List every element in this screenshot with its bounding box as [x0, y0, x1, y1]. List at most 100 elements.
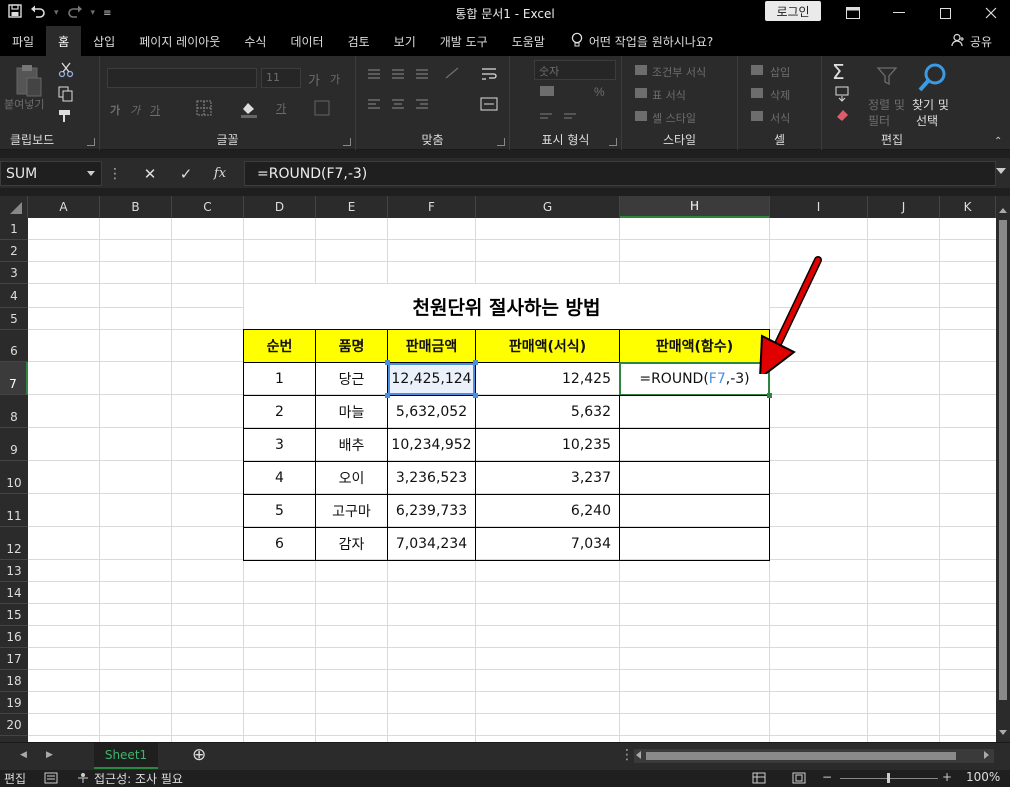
- row-header[interactable]: 8: [0, 395, 28, 428]
- tab-help[interactable]: 도움말: [500, 26, 557, 56]
- font-name-select[interactable]: [107, 68, 257, 88]
- cell-name[interactable]: 배추: [315, 428, 388, 462]
- cell-function[interactable]: [619, 461, 770, 495]
- row-header[interactable]: 2: [0, 240, 28, 262]
- row-header[interactable]: 1: [0, 218, 28, 240]
- more-icon[interactable]: ⋮: [620, 747, 634, 763]
- column-header[interactable]: I: [770, 196, 868, 218]
- format-painter-icon[interactable]: [58, 108, 74, 127]
- chevron-down-icon[interactable]: ▾: [91, 8, 96, 18]
- cell-function[interactable]: [619, 395, 770, 429]
- tab-insert[interactable]: 삽입: [81, 26, 127, 56]
- fill-color-icon[interactable]: [240, 100, 258, 121]
- font-color-button[interactable]: 가: [276, 100, 286, 116]
- normal-view-icon[interactable]: [752, 772, 766, 787]
- sheet-tab-sheet1[interactable]: Sheet1: [94, 743, 158, 769]
- formula-input[interactable]: =ROUND(F7,-3): [244, 161, 996, 186]
- cell-no[interactable]: 5: [243, 494, 316, 528]
- column-header[interactable]: K: [940, 196, 996, 218]
- login-button[interactable]: 로그인: [765, 1, 821, 21]
- redo-icon[interactable]: [67, 4, 83, 22]
- cell-format[interactable]: 5,632: [475, 395, 620, 429]
- macro-record-icon[interactable]: [44, 772, 58, 787]
- row-header[interactable]: 4: [0, 284, 28, 308]
- find-select-icon[interactable]: [918, 62, 948, 95]
- vertical-scrollbar[interactable]: [996, 196, 1010, 742]
- zoom-out-icon[interactable]: −: [822, 770, 832, 784]
- copy-icon[interactable]: [58, 86, 74, 105]
- column-header[interactable]: J: [868, 196, 940, 218]
- orientation-icon[interactable]: [444, 66, 464, 83]
- cell-name[interactable]: 감자: [315, 527, 388, 561]
- horizontal-scrollbar[interactable]: [634, 749, 994, 763]
- header-cell[interactable]: 판매금액: [387, 329, 476, 363]
- bold-button[interactable]: 가: [110, 102, 120, 118]
- worksheet-grid[interactable]: 천원단위 절사하는 방법 순번 품명 판매금액 판매액(서식) 판매액(함수) …: [28, 218, 996, 742]
- row-header[interactable]: 6: [0, 330, 28, 362]
- tab-view[interactable]: 보기: [382, 26, 428, 56]
- cell-no[interactable]: 2: [243, 395, 316, 429]
- page-layout-icon[interactable]: [792, 772, 806, 787]
- column-header-selected[interactable]: H: [620, 196, 770, 218]
- row-header[interactable]: 11: [0, 494, 28, 527]
- tab-data[interactable]: 데이터: [278, 26, 335, 56]
- tab-home[interactable]: 홈: [46, 26, 82, 56]
- cell-name[interactable]: 오이: [315, 461, 388, 495]
- conditional-format-button[interactable]: 조건부 서식: [652, 64, 706, 80]
- maximize-icon[interactable]: [922, 0, 968, 26]
- accessibility-status[interactable]: 접근성: 조사 필요: [94, 770, 183, 787]
- row-header[interactable]: 10: [0, 461, 28, 494]
- save-icon[interactable]: [8, 4, 22, 22]
- insert-cells-button[interactable]: 삽입: [770, 64, 790, 80]
- font-size-select[interactable]: 11: [261, 68, 301, 88]
- fill-icon[interactable]: [834, 86, 850, 105]
- column-header[interactable]: B: [100, 196, 172, 218]
- insert-function-button[interactable]: fx: [206, 161, 234, 186]
- cell-amount[interactable]: 6,239,733: [387, 494, 476, 528]
- prev-sheet-icon[interactable]: ◀: [20, 750, 27, 760]
- cell-no[interactable]: 1: [243, 362, 316, 396]
- clear-icon[interactable]: [834, 108, 850, 125]
- row-header[interactable]: 17: [0, 648, 28, 670]
- next-sheet-icon[interactable]: ▶: [46, 750, 53, 760]
- tab-page-layout[interactable]: 페이지 레이아웃: [127, 26, 232, 56]
- chevron-down-icon[interactable]: ▾: [54, 8, 59, 18]
- dialog-launcher-icon[interactable]: [343, 138, 351, 146]
- cancel-button[interactable]: ✕: [136, 161, 164, 186]
- column-header[interactable]: C: [172, 196, 244, 218]
- row-header[interactable]: 20: [0, 714, 28, 736]
- dialog-launcher-icon[interactable]: [497, 138, 505, 146]
- zoom-level[interactable]: 100%: [966, 770, 1000, 784]
- dialog-launcher-icon[interactable]: [87, 138, 95, 146]
- name-box[interactable]: SUM: [0, 161, 102, 186]
- zoom-in-icon[interactable]: +: [942, 770, 952, 784]
- shrink-font-button[interactable]: 가: [330, 71, 340, 87]
- row-header[interactable]: 5: [0, 308, 28, 330]
- cell-name[interactable]: 당근: [315, 362, 388, 396]
- header-cell[interactable]: 판매액(서식): [475, 329, 620, 363]
- expand-formula-icon[interactable]: [996, 168, 1006, 174]
- sort-filter-label-2[interactable]: 필터: [868, 112, 890, 129]
- row-header[interactable]: 18: [0, 670, 28, 692]
- row-header[interactable]: 15: [0, 604, 28, 626]
- autosum-icon[interactable]: Σ: [832, 60, 845, 84]
- tell-me-search[interactable]: 어떤 작업을 원하시나요?: [557, 32, 713, 51]
- scroll-left-icon[interactable]: [636, 751, 641, 759]
- italic-button[interactable]: 가: [130, 102, 140, 118]
- row-header[interactable]: 14: [0, 582, 28, 604]
- cell-no[interactable]: 4: [243, 461, 316, 495]
- tab-developer[interactable]: 개발 도구: [428, 26, 500, 56]
- cell-name[interactable]: 마늘: [315, 395, 388, 429]
- sort-filter-icon[interactable]: [870, 64, 900, 91]
- tab-file[interactable]: 파일: [0, 26, 46, 56]
- scroll-right-icon[interactable]: [984, 751, 989, 759]
- minimize-icon[interactable]: [876, 0, 922, 26]
- row-header[interactable]: 12: [0, 527, 28, 560]
- dialog-launcher-icon[interactable]: [609, 138, 617, 146]
- cell-format[interactable]: 6,240: [475, 494, 620, 528]
- format-cells-button[interactable]: 서식: [770, 110, 790, 126]
- insert-cells-icon[interactable]: [750, 64, 764, 129]
- ribbon-display-icon[interactable]: [830, 0, 876, 26]
- tab-formulas[interactable]: 수식: [232, 26, 278, 56]
- delete-cells-button[interactable]: 삭제: [770, 87, 790, 103]
